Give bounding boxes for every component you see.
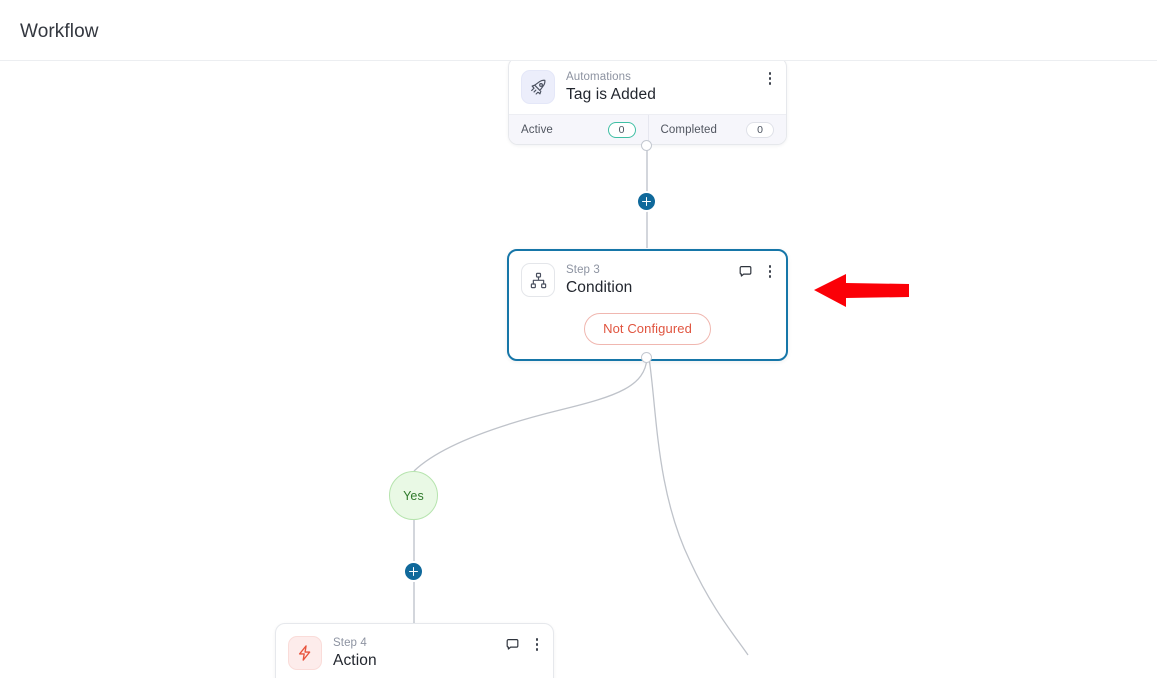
trigger-node-actions <box>763 70 777 87</box>
action-node-title: Action <box>333 652 377 669</box>
action-node-header: Step 4 Action <box>276 624 553 678</box>
node-step4-action[interactable]: Step 4 Action <box>275 623 554 678</box>
stat-completed-label: Completed <box>660 123 718 136</box>
page-title: Workflow <box>20 21 99 42</box>
node-step3-condition[interactable]: Step 3 Condition Not Configured <box>507 249 788 361</box>
trigger-node-title: Tag is Added <box>566 86 656 103</box>
kebab-menu-icon[interactable] <box>530 636 544 653</box>
stat-completed-value: 0 <box>746 121 774 138</box>
stat-active-value: 0 <box>607 121 636 138</box>
add-step-button-1[interactable] <box>636 191 657 212</box>
annotation-arrow-left <box>814 274 909 307</box>
condition-node-actions <box>737 263 777 280</box>
node-trigger-tag-is-added[interactable]: Automations Tag is Added Active 0 Comple… <box>508 61 787 145</box>
lightning-bolt-icon <box>288 636 322 670</box>
stat-active-label: Active <box>521 123 553 136</box>
branch-label-yes[interactable]: Yes <box>389 471 438 520</box>
rocket-icon <box>521 70 555 104</box>
stat-completed: Completed 0 <box>647 115 787 144</box>
not-configured-button[interactable]: Not Configured <box>584 313 711 345</box>
trigger-node-kicker: Automations <box>566 71 632 83</box>
trigger-output-port[interactable] <box>641 140 652 151</box>
stat-active: Active 0 <box>509 115 648 144</box>
trigger-node-text: Automations Tag is Added <box>566 70 656 105</box>
workflow-connectors <box>413 145 749 656</box>
comment-icon[interactable] <box>504 636 521 653</box>
condition-node-text: Step 3 Condition <box>566 263 632 298</box>
app-header: Workflow <box>0 0 1157 61</box>
kebab-menu-icon[interactable] <box>763 70 777 87</box>
action-node-actions <box>504 636 544 653</box>
action-node-text: Step 4 Action <box>333 636 377 671</box>
comment-icon[interactable] <box>737 263 754 280</box>
kebab-menu-icon[interactable] <box>763 263 777 280</box>
action-node-kicker: Step 4 <box>333 637 367 649</box>
edge-condition-to-no <box>648 357 749 656</box>
condition-node-kicker: Step 3 <box>566 264 600 276</box>
trigger-node-header: Automations Tag is Added <box>509 61 786 114</box>
edge-condition-to-yes <box>413 357 648 472</box>
condition-node-title: Condition <box>566 279 633 296</box>
add-step-button-2[interactable] <box>403 561 424 582</box>
sitemap-icon <box>521 263 555 297</box>
condition-output-port[interactable] <box>641 352 652 363</box>
condition-node-header: Step 3 Condition <box>509 251 786 307</box>
workflow-canvas[interactable]: Automations Tag is Added Active 0 Comple… <box>0 61 1157 678</box>
